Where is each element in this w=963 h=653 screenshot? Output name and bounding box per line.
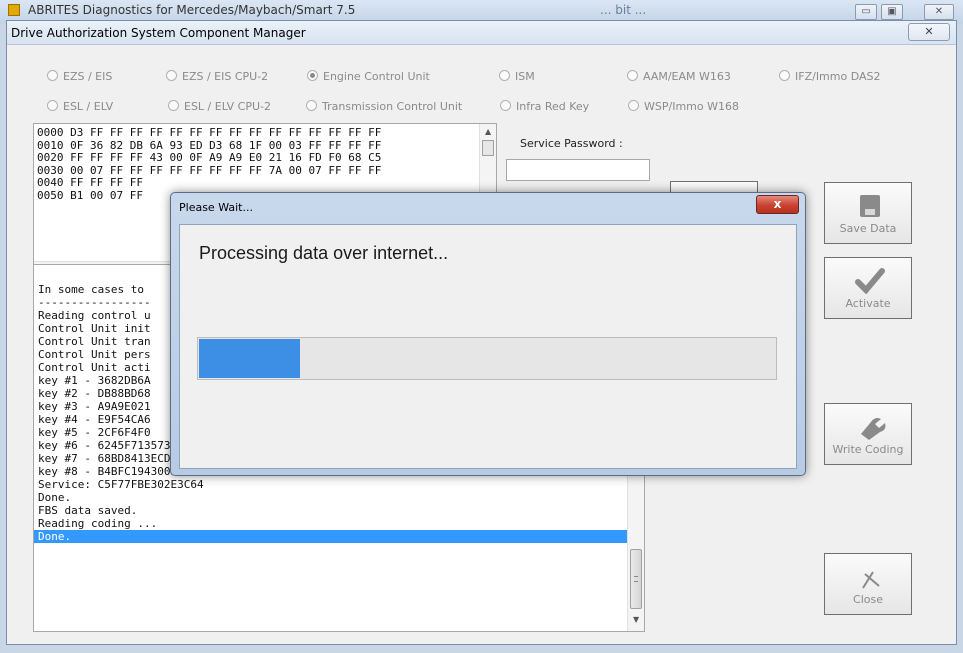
radio-label: IFZ/Immo DAS2 (795, 70, 881, 83)
app-icon (8, 4, 20, 16)
processing-message: Processing data over internet... (199, 243, 449, 263)
radio-label: ISM (515, 70, 535, 83)
radio-dot-icon[interactable] (47, 70, 58, 81)
radio-label: Infra Red Key (516, 100, 590, 113)
row2-radio-0[interactable]: ESL / ELV (47, 100, 113, 113)
radio-dot-icon[interactable] (779, 70, 790, 81)
activate-label: Activate (845, 297, 891, 310)
close-x-icon (825, 564, 911, 590)
main-close-icon[interactable]: ✕ (924, 4, 954, 20)
row1-radio-4[interactable]: AAM/EAM W163 (627, 70, 731, 83)
scroll-up-icon[interactable]: ▲ (485, 127, 491, 136)
please-wait-body: Processing data over internet... (179, 224, 797, 469)
grip-icon (634, 576, 638, 582)
row1-radio-3[interactable]: ISM (499, 70, 535, 83)
write-coding-button[interactable]: Write Coding (824, 403, 912, 465)
log-line: Reading coding ... (38, 517, 158, 530)
checkmark-icon (825, 268, 911, 295)
radio-label: Transmission Control Unit (322, 100, 463, 113)
please-wait-close-icon[interactable]: x (756, 195, 799, 214)
radio-label: EZS / EIS CPU-2 (182, 70, 269, 83)
hex-line: 0020 FF FF FF FF 43 00 0F A9 A9 E0 21 16… (37, 151, 382, 164)
radio-label: EZS / EIS (63, 70, 113, 83)
close-label: Close (853, 593, 883, 606)
radio-dot-icon[interactable] (307, 70, 318, 81)
close-button[interactable]: Close (824, 553, 912, 615)
radio-dot-icon[interactable] (499, 70, 510, 81)
please-wait-dialog: Please Wait... x Processing data over in… (170, 192, 806, 476)
progress-bar (197, 337, 777, 380)
write-coding-label: Write Coding (832, 443, 904, 456)
radio-dot-icon[interactable] (47, 100, 58, 111)
hex-dump: 0000 D3 FF FF FF FF FF FF FF FF FF FF FF… (37, 126, 382, 202)
radio-dot-icon[interactable] (628, 100, 639, 111)
minimize-icon[interactable]: ▭ (855, 4, 877, 20)
radio-dot-icon[interactable] (168, 100, 179, 111)
main-window-title-extra: ... bit ... (600, 3, 647, 17)
restore-icon[interactable]: ▣ (881, 4, 903, 20)
save-data-label: Save Data (839, 222, 897, 235)
log-line: Service: C5F77FBE302E3C64 (38, 478, 204, 491)
service-password-label: Service Password : (520, 137, 623, 150)
radio-dot-icon[interactable] (627, 70, 638, 81)
progress-fill (199, 339, 301, 378)
row1-radio-5[interactable]: IFZ/Immo DAS2 (779, 70, 881, 83)
log-line: Done. (34, 530, 628, 543)
radio-label: AAM/EAM W163 (643, 70, 731, 83)
dialog-close-icon[interactable]: ✕ (908, 23, 950, 41)
row1-radio-2[interactable]: Engine Control Unit (307, 70, 430, 83)
hex-line: 0040 FF FF FF FF (37, 176, 143, 189)
row1-radio-1[interactable]: EZS / EIS CPU-2 (166, 70, 268, 83)
radio-dot-icon[interactable] (306, 100, 317, 111)
activate-button[interactable]: Activate (824, 257, 912, 319)
row2-radio-4[interactable]: WSP/Immo W168 (628, 100, 739, 113)
radio-label: WSP/Immo W168 (644, 100, 739, 113)
row2-radio-3[interactable]: Infra Red Key (500, 100, 589, 113)
service-password-input[interactable] (506, 159, 650, 181)
radio-label: ESL / ELV CPU-2 (184, 100, 271, 113)
radio-dot-icon[interactable] (166, 70, 177, 81)
please-wait-title: Please Wait... (179, 201, 253, 214)
dialog-title: Drive Authorization System Component Man… (11, 26, 306, 40)
radio-dot-icon[interactable] (500, 100, 511, 111)
hex-scroll-thumb[interactable] (482, 140, 494, 156)
row2-radio-1[interactable]: ESL / ELV CPU-2 (168, 100, 271, 113)
main-window-title: ABRITES Diagnostics for Mercedes/Maybach… (28, 3, 356, 17)
log-line: Done. (38, 491, 72, 504)
hex-line: 0000 D3 FF FF FF FF FF FF FF FF FF FF FF… (37, 126, 382, 139)
wrench-icon (825, 414, 911, 440)
save-data-button[interactable]: Save Data (824, 182, 912, 244)
radio-label: ESL / ELV (63, 100, 114, 113)
scroll-down-icon[interactable]: ▼ (633, 615, 639, 624)
radio-label: Engine Control Unit (323, 70, 430, 83)
log-scroll-thumb[interactable] (630, 549, 642, 609)
save-icon (825, 193, 911, 219)
dialog-titlebar: Drive Authorization System Component Man… (7, 21, 956, 45)
log-line: FBS data saved. (38, 504, 138, 517)
row2-radio-2[interactable]: Transmission Control Unit (306, 100, 462, 113)
row1-radio-0[interactable]: EZS / EIS (47, 70, 112, 83)
